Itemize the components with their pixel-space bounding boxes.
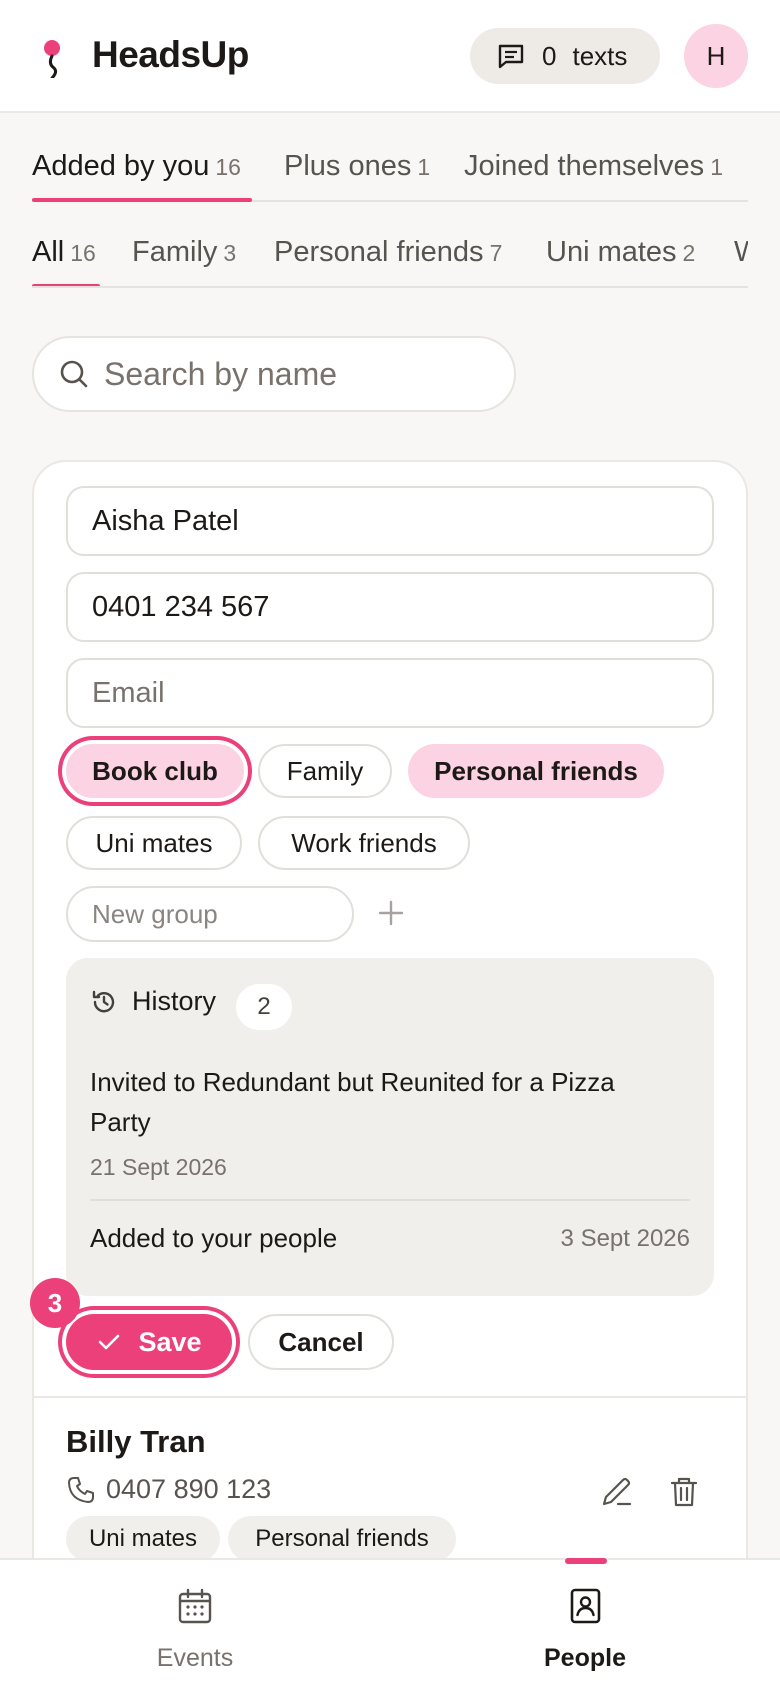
nav-people[interactable]: People	[390, 1560, 780, 1688]
person-phone-number: 0407 890 123	[106, 1474, 271, 1505]
tab-joined-themselves[interactable]: Joined themselves1	[464, 150, 723, 183]
phone-input[interactable]	[92, 591, 672, 624]
tab-count: 16	[215, 154, 241, 180]
tab-plus-ones[interactable]: Plus ones1	[284, 150, 430, 183]
search-input[interactable]	[104, 356, 484, 393]
texts-counter-button[interactable]: 0 texts	[470, 28, 660, 84]
tab-count: 2	[683, 240, 696, 266]
calendar-icon	[175, 1586, 215, 1626]
person-group-tag: Personal friends	[228, 1516, 456, 1562]
person-name: Billy Tran	[66, 1424, 206, 1460]
group-chip-uni-mates[interactable]: Uni mates	[66, 816, 242, 870]
source-tabs: Added by you16 Plus ones1 Joined themsel…	[32, 140, 748, 202]
tab-work-friends-truncated[interactable]: W	[734, 236, 748, 269]
plus-icon[interactable]	[376, 898, 406, 928]
trash-icon[interactable]	[666, 1474, 702, 1510]
tab-label: Plus ones	[284, 150, 411, 182]
tab-label: Joined themselves	[464, 150, 704, 182]
tab-label: Family	[132, 236, 217, 268]
history-entry-text: Added to your people	[90, 1223, 337, 1254]
tab-count: 3	[223, 240, 236, 266]
active-nav-indicator	[565, 1558, 607, 1564]
tab-label: Personal friends	[274, 236, 484, 268]
tab-label: All	[32, 236, 64, 268]
new-group-field	[66, 886, 354, 942]
history-panel: History 2 Invited to Redundant but Reuni…	[66, 958, 714, 1296]
texts-label: texts	[572, 41, 627, 72]
email-field	[66, 658, 714, 728]
step-number-badge: 3	[30, 1278, 80, 1328]
tab-label: Added by you	[32, 150, 209, 182]
tab-count: 1	[710, 154, 723, 180]
history-count-badge: 2	[236, 984, 292, 1030]
card-divider	[34, 1396, 746, 1398]
group-chip-personal-friends[interactable]: Personal friends	[408, 744, 664, 798]
nav-label: People	[390, 1644, 780, 1673]
person-phone: 0407 890 123	[66, 1474, 271, 1505]
bottom-navigation: Events People	[0, 1558, 780, 1688]
active-tab-indicator	[32, 198, 252, 202]
edit-pencil-icon[interactable]	[598, 1474, 634, 1510]
group-chip-work-friends[interactable]: Work friends	[258, 816, 470, 870]
history-entry-text: Invited to Redundant but Reunited for a …	[90, 1062, 680, 1142]
history-header: History	[90, 986, 216, 1017]
name-input[interactable]	[92, 505, 672, 538]
search-box	[32, 336, 516, 412]
tab-personal-friends[interactable]: Personal friends7	[274, 236, 502, 269]
tab-all[interactable]: All16	[32, 236, 96, 269]
tab-count: 1	[417, 154, 430, 180]
app-header: HeadsUp 0 texts H	[0, 0, 780, 113]
check-icon	[96, 1329, 122, 1355]
phone-icon	[66, 1475, 96, 1505]
name-field	[66, 486, 714, 556]
new-group-input[interactable]	[92, 899, 332, 930]
nav-events[interactable]: Events	[0, 1560, 390, 1688]
group-chip-book-club[interactable]: Book club	[66, 744, 244, 798]
save-label: Save	[138, 1327, 201, 1358]
group-chip-family[interactable]: Family	[258, 744, 392, 798]
person-group-tag: Uni mates	[66, 1516, 220, 1562]
tab-count: 7	[490, 240, 503, 266]
email-input[interactable]	[92, 677, 672, 710]
user-avatar[interactable]: H	[684, 24, 748, 88]
tab-count: 16	[70, 240, 96, 266]
contact-book-icon	[565, 1586, 605, 1626]
history-divider	[90, 1199, 690, 1201]
active-tab-indicator	[32, 284, 100, 288]
tab-label: W	[734, 236, 748, 268]
history-icon	[90, 988, 118, 1016]
tab-added-by-you[interactable]: Added by you16	[32, 150, 241, 183]
history-entry-date: 3 Sept 2026	[561, 1225, 690, 1253]
search-icon	[58, 358, 90, 390]
tab-family[interactable]: Family3	[132, 236, 236, 269]
group-filter-tabs: All16 Family3 Personal friends7 Uni mate…	[32, 226, 748, 288]
balloon-logo-icon	[38, 38, 66, 78]
save-button[interactable]: Save	[66, 1314, 232, 1370]
cancel-button[interactable]: Cancel	[248, 1314, 394, 1370]
phone-field	[66, 572, 714, 642]
history-entry-date: 21 Sept 2026	[90, 1154, 227, 1181]
history-title: History	[132, 986, 216, 1017]
app-name: HeadsUp	[92, 34, 249, 76]
tab-uni-mates[interactable]: Uni mates2	[546, 236, 695, 269]
tab-label: Uni mates	[546, 236, 677, 268]
message-icon	[496, 41, 526, 71]
texts-count: 0	[542, 41, 556, 72]
nav-label: Events	[0, 1644, 390, 1673]
